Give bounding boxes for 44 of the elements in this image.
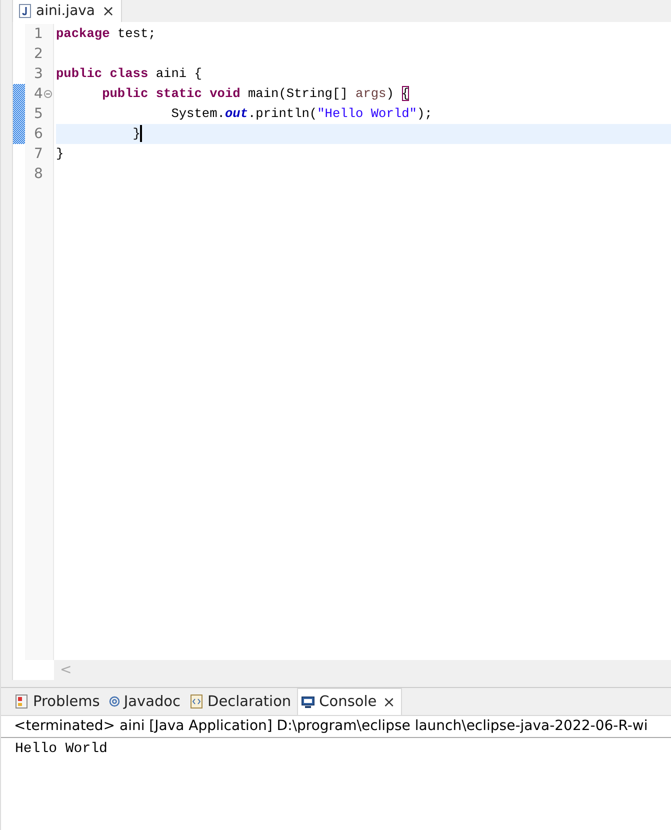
- problems-icon: [15, 694, 29, 709]
- console-icon: [301, 696, 316, 708]
- code-token: "Hello World": [317, 106, 417, 121]
- code-token: );: [416, 106, 432, 121]
- code-token: }: [132, 126, 140, 141]
- code-token: ): [386, 86, 395, 101]
- collapse-icon[interactable]: [44, 90, 52, 98]
- code-token: public class: [56, 66, 148, 81]
- code-token: }: [56, 146, 64, 161]
- close-icon[interactable]: ×: [102, 2, 115, 20]
- line-number: 4: [34, 86, 43, 102]
- code-token: aini {: [154, 66, 202, 81]
- line-number: 3: [34, 66, 43, 82]
- code-token: main(String[]: [246, 86, 349, 101]
- close-icon[interactable]: ×: [382, 693, 396, 711]
- line-number: 2: [34, 46, 43, 62]
- declaration-icon: [190, 694, 204, 709]
- code-token: test;: [116, 26, 156, 41]
- panel-tab[interactable]: Console ×: [297, 688, 402, 715]
- tab-label: Problems: [33, 694, 100, 710]
- panel-tab[interactable]: Javadoc: [106, 688, 187, 715]
- line-number: 6: [34, 126, 43, 142]
- panel-tab[interactable]: Problems: [12, 688, 106, 715]
- code-token: .println(: [248, 106, 318, 121]
- java-file-icon: [19, 4, 31, 18]
- line-number: 7: [34, 146, 43, 162]
- code-token: public static void: [101, 86, 240, 101]
- code-token: System.: [170, 106, 225, 121]
- tab-label: Console: [319, 694, 377, 710]
- line-number: 8: [34, 166, 43, 182]
- tab-label: aini.java: [36, 3, 96, 19]
- line-number: 1: [34, 26, 43, 42]
- console-status: <terminated> aini [Java Application] D:\program\eclipse launch\eclipse-java-2022-06-R-wi: [1, 715, 671, 738]
- tab-label: Javadoc: [124, 694, 181, 710]
- console-output: Hello World: [15, 741, 108, 757]
- tab-label: Declaration: [208, 694, 292, 710]
- code-token: {: [402, 86, 410, 101]
- code-token: out: [224, 106, 248, 121]
- editor-tab[interactable]: aini.java ×: [12, 0, 122, 22]
- panel-tab[interactable]: Declaration: [186, 688, 298, 715]
- text-cursor: [140, 125, 142, 142]
- code-token: package: [56, 26, 110, 41]
- line-number: 5: [34, 106, 43, 122]
- code-token: args: [356, 86, 386, 101]
